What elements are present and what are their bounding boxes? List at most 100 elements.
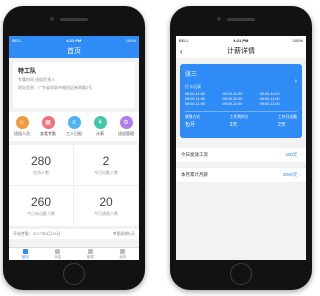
punch-record-label: 打卡记录 xyxy=(185,84,201,89)
feature-label: 班组人员 xyxy=(14,131,30,136)
home-button[interactable] xyxy=(63,263,85,285)
right-phone-screen: BELL 4:21 PM 100% ‹ 计薪详情 张三 › 打卡记录 08:00… xyxy=(176,36,306,260)
right-phone-frame: BELL 4:21 PM 100% ‹ 计薪详情 张三 › 打卡记录 08:00… xyxy=(170,6,312,290)
punch-times: 08:00-11:00 09:00-11:00 09:00-11:00 08:0… xyxy=(185,92,297,106)
tab-label: 我的 xyxy=(119,254,127,259)
feature-team-manage[interactable]: ⚙ 班组管理 xyxy=(115,116,137,137)
home-button[interactable] xyxy=(230,263,252,285)
team-address: 地址信息：广东省深圳市福田区新闻路2号 xyxy=(18,85,93,90)
status-bar: BELL 4:21 PM 100% xyxy=(9,36,139,44)
tab-messages[interactable]: 消息 xyxy=(54,248,62,260)
status-time: 4:21 PM xyxy=(66,37,82,43)
punch-time: 08:00-11:00 xyxy=(185,102,205,106)
tab-manage[interactable]: 管理 xyxy=(87,248,94,260)
feature-label: 班组管理 xyxy=(118,131,134,136)
punch-time: 09:00-11:00 xyxy=(222,97,243,101)
stat-attended[interactable]: 2 今日出勤人数 xyxy=(74,145,139,186)
team-name: 特工队 xyxy=(18,69,37,75)
feature-grid: ☺ 班组人员 ▦ 查看考勤 ≡ 工人日报 ¥ 计薪 ⚙ 班组管理 xyxy=(9,112,139,141)
feature-label: 工人日报 xyxy=(66,131,82,136)
summary-value: 3天 xyxy=(229,122,238,128)
row-value: 3000元 xyxy=(282,172,298,177)
stats-grid: 280 在场人数 2 今日出勤人数 260 今日未出勤人数 20 今日请假人数 xyxy=(9,145,139,227)
stat-label: 在场人数 xyxy=(33,170,49,175)
status-time: 4:21 PM xyxy=(233,37,249,43)
camera-dot xyxy=(50,17,54,21)
row-value: 200元 xyxy=(285,152,298,157)
tab-label: 首页 xyxy=(21,254,29,259)
today-wage-row[interactable]: 今日发放工资 200元 › xyxy=(176,148,306,162)
stat-label: 今日请假人数 xyxy=(94,211,118,216)
manage-icon xyxy=(87,248,93,254)
report-icon: ≡ xyxy=(67,116,81,129)
chevron-right-icon: › xyxy=(299,172,302,177)
home-icon xyxy=(22,248,28,254)
row-label: 本月累计月薪 xyxy=(181,172,208,177)
people-icon: ☺ xyxy=(15,116,29,129)
carrier-label: BELL xyxy=(12,37,22,43)
page-title: 计薪详情 xyxy=(227,48,255,55)
status-bar: BELL 4:21 PM 100% xyxy=(176,36,306,44)
carrier-label: BELL xyxy=(179,37,189,43)
attendance-cycle: 考勤周期1天 xyxy=(112,231,135,236)
money-icon: ¥ xyxy=(93,116,107,129)
payroll-summary: 就餐方式包月 工作到时分 3天 工作日出勤 2天 xyxy=(185,111,297,128)
calendar-icon: ▦ xyxy=(41,116,55,129)
feature-team-members[interactable]: ☺ 班组人员 xyxy=(11,116,33,137)
punch-time: 08:00-11:00 xyxy=(185,92,205,96)
punch-time: 09:00-11:00 xyxy=(222,102,243,106)
payroll-card[interactable]: 张三 › 打卡记录 08:00-11:00 09:00-11:00 09:00-… xyxy=(180,64,302,138)
team-card[interactable]: 特工队 专属时间 班组负责人 地址信息：广东省深圳市福田区新闻路2号 xyxy=(13,62,135,108)
punch-time: 09:00-11:00 xyxy=(222,92,243,96)
back-icon[interactable]: ‹ xyxy=(180,47,183,56)
battery-label: 100% xyxy=(125,37,136,43)
message-icon xyxy=(55,248,61,254)
tab-home[interactable]: 首页 xyxy=(21,248,29,260)
stat-absent[interactable]: 260 今日未出勤人数 xyxy=(9,186,74,227)
camera-dot xyxy=(217,17,221,21)
work-duration: 工作到时分 3天 xyxy=(230,115,249,128)
left-phone-frame: BELL 4:21 PM 100% 首页 特工队 专属时间 班组负责人 地址信息… xyxy=(3,6,145,290)
stat-number: 260 xyxy=(30,195,52,209)
tab-label: 消息 xyxy=(54,254,62,259)
meal-method: 就餐方式 包月 xyxy=(185,115,200,128)
attendance-info-row: 开始考勤：2017年8月15日 考勤周期1天 xyxy=(9,229,139,239)
page-title: 首页 xyxy=(67,48,81,55)
team-role: 专属时间 班组负责人 xyxy=(18,77,56,82)
feature-daily-report[interactable]: ≡ 工人日报 xyxy=(63,116,85,137)
tab-profile[interactable]: 我的 xyxy=(119,248,127,260)
stat-present[interactable]: 280 在场人数 xyxy=(9,145,74,186)
stat-number: 2 xyxy=(102,154,110,168)
feature-label: 查看考勤 xyxy=(40,131,56,136)
workday-attendance: 工作日出勤 2天 xyxy=(278,115,297,128)
tab-bar: 首页 消息 管理 我的 xyxy=(9,247,139,260)
feature-payroll[interactable]: ¥ 计薪 xyxy=(89,116,111,137)
stat-label: 今日未出勤人数 xyxy=(27,211,55,216)
feature-attendance[interactable]: ▦ 查看考勤 xyxy=(37,116,59,137)
summary-label: 就餐方式 xyxy=(185,115,201,119)
punch-time: 09:00-11:00 xyxy=(259,97,280,101)
summary-value: 2天 xyxy=(278,122,286,128)
speaker-grille xyxy=(60,18,88,21)
battery-label: 100% xyxy=(292,37,303,43)
left-phone-screen: BELL 4:21 PM 100% 首页 特工队 专属时间 班组负责人 地址信息… xyxy=(9,36,139,260)
gear-icon: ⚙ xyxy=(119,116,133,129)
stat-number: 20 xyxy=(99,195,113,209)
attendance-start: 开始考勤：2017年8月15日 xyxy=(13,231,61,236)
punch-time: 09:00-11:00 xyxy=(259,92,280,96)
summary-label: 工作到时分 xyxy=(229,115,249,119)
month-salary-row[interactable]: 本月累计月薪 3000元 › xyxy=(176,168,306,182)
row-label: 今日发放工资 xyxy=(181,152,208,157)
nav-bar: 首页 xyxy=(9,44,139,58)
feature-label: 计薪 xyxy=(96,131,104,136)
summary-label: 工作日出勤 xyxy=(278,115,297,119)
profile-icon xyxy=(120,248,126,254)
chevron-right-icon: › xyxy=(299,152,302,157)
worker-name: 张三 xyxy=(185,72,198,78)
stat-leave[interactable]: 20 今日请假人数 xyxy=(74,186,139,227)
speaker-grille xyxy=(227,18,255,21)
punch-time: 08:00-11:00 xyxy=(185,97,205,101)
punch-time: 09:00-11:00 xyxy=(259,102,280,106)
nav-bar: ‹ 计薪详情 xyxy=(176,44,306,58)
summary-value: 包月 xyxy=(185,122,196,128)
